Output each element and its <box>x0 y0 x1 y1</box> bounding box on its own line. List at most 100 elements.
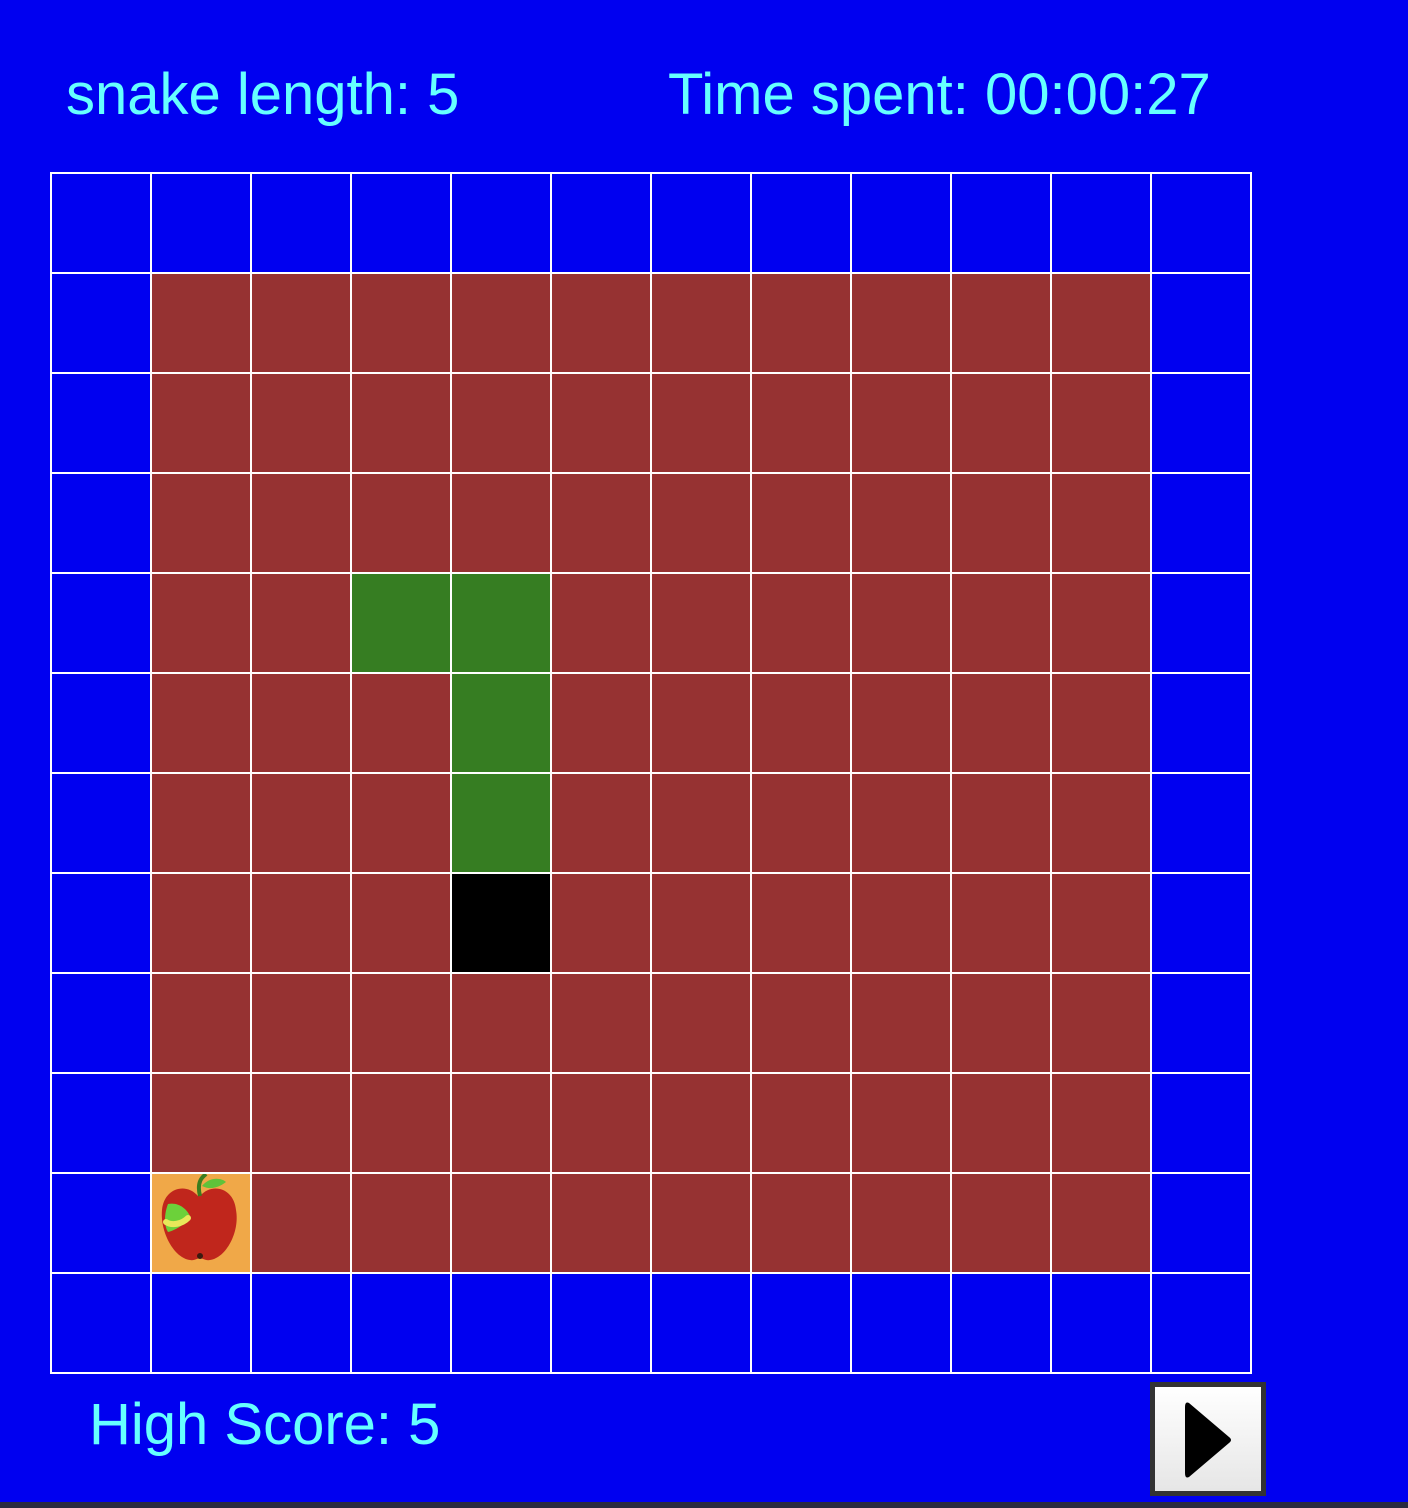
floor-cell <box>652 974 752 1074</box>
floor-cell <box>352 874 452 974</box>
floor-cell <box>852 374 952 474</box>
floor-cell <box>552 1174 652 1274</box>
floor-cell <box>252 1074 352 1174</box>
wall-cell <box>52 674 152 774</box>
wall-cell <box>552 174 652 274</box>
snake-body-segment <box>452 674 552 774</box>
floor-cell <box>552 974 652 1074</box>
floor-cell <box>952 774 1052 874</box>
wall-cell <box>952 1274 1052 1374</box>
wall-cell <box>52 574 152 674</box>
floor-cell <box>252 274 352 374</box>
floor-cell <box>852 1074 952 1174</box>
floor-cell <box>652 674 752 774</box>
floor-cell <box>152 974 252 1074</box>
floor-cell <box>452 274 552 374</box>
floor-cell <box>652 774 752 874</box>
floor-cell <box>152 774 252 874</box>
floor-cell <box>952 974 1052 1074</box>
floor-cell <box>252 1174 352 1274</box>
game-board[interactable] <box>50 172 1252 1374</box>
wall-cell <box>452 1274 552 1374</box>
floor-cell <box>552 674 652 774</box>
wall-cell <box>852 1274 952 1374</box>
floor-cell <box>552 874 652 974</box>
wall-cell <box>1152 274 1252 374</box>
wall-cell <box>1152 974 1252 1074</box>
wall-cell <box>1152 674 1252 774</box>
wall-cell <box>752 1274 852 1374</box>
apple-icon <box>161 1174 237 1261</box>
wall-cell <box>252 1274 352 1374</box>
wall-cell <box>352 1274 452 1374</box>
game-screen: snake length: 5 Time spent: 00:00:27 Hig… <box>0 0 1408 1508</box>
play-button[interactable] <box>1150 1382 1266 1496</box>
wall-cell <box>152 1274 252 1374</box>
floor-cell <box>152 674 252 774</box>
floor-cell <box>252 674 352 774</box>
floor-cell <box>752 574 852 674</box>
floor-cell <box>252 774 352 874</box>
floor-cell <box>452 374 552 474</box>
wall-cell <box>1152 1174 1252 1274</box>
floor-cell <box>152 374 252 474</box>
floor-cell <box>952 374 1052 474</box>
wall-cell <box>52 274 152 374</box>
wall-cell <box>52 874 152 974</box>
wall-cell <box>52 1074 152 1174</box>
floor-cell <box>652 874 752 974</box>
floor-cell <box>652 274 752 374</box>
floor-cell <box>252 374 352 474</box>
floor-cell <box>752 774 852 874</box>
floor-cell <box>1052 1074 1152 1174</box>
wall-cell <box>52 174 152 274</box>
wall-cell <box>52 1274 152 1374</box>
floor-cell <box>1052 874 1152 974</box>
wall-cell <box>1152 574 1252 674</box>
floor-cell <box>152 274 252 374</box>
snake-length-label: snake length: 5 <box>66 62 460 127</box>
floor-cell <box>652 1174 752 1274</box>
wall-cell <box>52 774 152 874</box>
floor-cell <box>652 1074 752 1174</box>
wall-cell <box>1152 1074 1252 1174</box>
wall-cell <box>552 1274 652 1374</box>
floor-cell <box>152 1074 252 1174</box>
floor-cell <box>1052 474 1152 574</box>
floor-cell <box>352 774 452 874</box>
wall-cell <box>1152 774 1252 874</box>
floor-cell <box>1052 774 1152 874</box>
floor-cell <box>1052 974 1152 1074</box>
floor-cell <box>952 574 1052 674</box>
floor-cell <box>452 974 552 1074</box>
floor-cell <box>952 1074 1052 1174</box>
floor-cell <box>452 1174 552 1274</box>
floor-cell <box>752 374 852 474</box>
snake-body-segment <box>352 574 452 674</box>
wall-cell <box>1152 1274 1252 1374</box>
floor-cell <box>952 474 1052 574</box>
floor-cell <box>852 874 952 974</box>
play-button-face[interactable] <box>1155 1387 1261 1491</box>
floor-cell <box>852 974 952 1074</box>
floor-cell <box>552 474 652 574</box>
floor-cell <box>352 674 452 774</box>
bottom-edge <box>0 1502 1408 1508</box>
floor-cell <box>752 674 852 774</box>
floor-cell <box>852 274 952 374</box>
floor-cell <box>852 674 952 774</box>
floor-cell <box>352 374 452 474</box>
floor-cell <box>752 874 852 974</box>
wall-cell <box>1152 874 1252 974</box>
wall-cell <box>52 374 152 474</box>
floor-cell <box>152 474 252 574</box>
floor-cell <box>152 874 252 974</box>
wall-cell <box>1052 1274 1152 1374</box>
snake-head <box>452 874 552 974</box>
wall-cell <box>752 174 852 274</box>
floor-cell <box>252 474 352 574</box>
floor-cell <box>752 974 852 1074</box>
floor-cell <box>652 574 752 674</box>
floor-cell <box>252 974 352 1074</box>
floor-cell <box>1052 374 1152 474</box>
